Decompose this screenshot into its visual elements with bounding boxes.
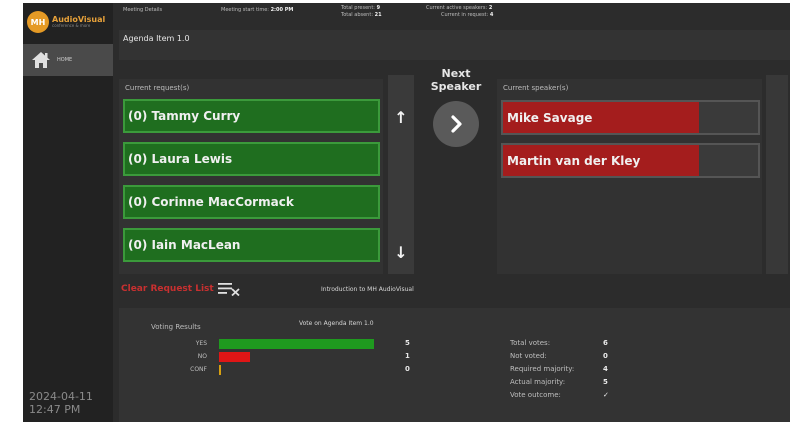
request-item[interactable]: (0) Iain MacLean xyxy=(123,228,380,262)
vote-count: 5 xyxy=(405,339,410,347)
stat-value: 5 xyxy=(603,378,608,386)
stat-total-votes: Total votes: 6 xyxy=(510,339,608,347)
clear-list-icon xyxy=(217,283,240,296)
total-absent: Total absent: 21 xyxy=(341,12,382,18)
in-request-value: 4 xyxy=(489,12,494,18)
scroll-up-arrow-icon[interactable]: ↑ xyxy=(392,108,410,127)
logo: MH AudioVisual conference & more xyxy=(27,8,111,36)
speakers-scroll xyxy=(766,75,788,274)
request-item[interactable]: (0) Corinne MacCormack xyxy=(123,185,380,219)
stat-value: 4 xyxy=(603,365,608,373)
total-absent-value: 21 xyxy=(374,12,382,18)
stat-value: 6 xyxy=(603,339,608,347)
vote-label: CONF xyxy=(190,366,207,373)
vote-bar-no xyxy=(219,352,250,362)
voting-panel: Voting Results Vote on Agenda Item 1.0 Y… xyxy=(119,308,790,422)
meeting-start: Meeting start time: 2:00 PM xyxy=(221,7,294,13)
speakers-title: Current speaker(s) xyxy=(503,84,569,92)
chevron-right-icon xyxy=(451,115,462,133)
active-speakers: Current active speakers: 2 xyxy=(426,5,493,11)
vote-label: YES xyxy=(195,340,207,347)
stat-actual-majority: Actual majority: 5 xyxy=(510,378,608,386)
stat-not-voted: Not voted: 0 xyxy=(510,352,608,360)
clear-request-list-label: Clear Request List xyxy=(121,284,214,294)
vote-row-no: NO 1 xyxy=(119,351,439,363)
total-present: Total present: 9 xyxy=(341,5,381,11)
active-speakers-value: 2 xyxy=(488,5,493,11)
in-request: Current in request: 4 xyxy=(441,12,494,18)
request-item[interactable]: (0) Tammy Curry xyxy=(123,99,380,133)
request-item[interactable]: (0) Laura Lewis xyxy=(123,142,380,176)
logo-badge: MH xyxy=(27,11,49,33)
speaker-item[interactable]: Martin van der Kley xyxy=(501,143,760,178)
scroll-down-arrow-icon[interactable]: ↓ xyxy=(392,243,410,262)
clear-request-list-button[interactable]: Clear Request List xyxy=(121,282,242,296)
speakers-panel: Current speaker(s) Mike Savage Martin va… xyxy=(497,79,762,274)
vote-outcome-check-icon: ✓ xyxy=(603,391,609,399)
vote-label: NO xyxy=(197,353,207,360)
vote-row-conf: CONF 0 xyxy=(119,364,439,376)
app-window: MH AudioVisual conference & more HOME 20… xyxy=(23,3,790,422)
voting-agenda: Vote on Agenda Item 1.0 xyxy=(299,320,374,327)
home-button[interactable]: HOME xyxy=(23,44,113,76)
stat-value: 0 xyxy=(603,352,608,360)
vote-bar-conf xyxy=(219,365,221,375)
meeting-start-value: 2:00 PM xyxy=(270,7,294,13)
requests-scroll: ↑ ↓ xyxy=(388,75,414,274)
stat-required-majority: Required majority: 4 xyxy=(510,365,608,373)
vote-row-yes: YES 5 xyxy=(119,338,439,350)
time-text: 12:47 PM xyxy=(29,403,81,416)
vote-count: 0 xyxy=(405,365,410,373)
logo-subtitle: conference & more xyxy=(52,23,91,28)
next-speaker-button[interactable] xyxy=(433,101,479,147)
date-text: 2024-04-11 xyxy=(29,390,93,403)
requests-title: Current request(s) xyxy=(125,84,190,92)
sidebar: MH AudioVisual conference & more HOME 20… xyxy=(23,3,113,422)
voting-title: Voting Results xyxy=(151,323,201,331)
speaker-name: Mike Savage xyxy=(503,102,699,133)
home-icon xyxy=(32,52,50,68)
total-present-value: 9 xyxy=(376,5,381,11)
vote-bar-yes xyxy=(219,339,374,349)
home-label: HOME xyxy=(57,57,73,63)
agenda-bar: Agenda Item 1.0 xyxy=(119,30,790,60)
speaker-name: Martin van der Kley xyxy=(503,145,699,176)
meeting-header: Meeting Details Meeting start time: 2:00… xyxy=(119,3,790,65)
intro-text: Introduction to MH AudioVisual xyxy=(321,286,414,293)
agenda-item-title: Agenda Item 1.0 xyxy=(123,34,190,43)
requests-panel: Current request(s) (0) Tammy Curry (0) L… xyxy=(119,79,383,274)
meeting-details-title: Meeting Details xyxy=(123,7,163,13)
speaker-item[interactable]: Mike Savage xyxy=(501,100,760,135)
vote-count: 1 xyxy=(405,352,410,360)
clock: 2024-04-11 12:47 PM xyxy=(29,390,93,416)
stat-vote-outcome: Vote outcome: ✓ xyxy=(510,391,609,399)
next-speaker-label: Next Speaker xyxy=(430,67,482,93)
